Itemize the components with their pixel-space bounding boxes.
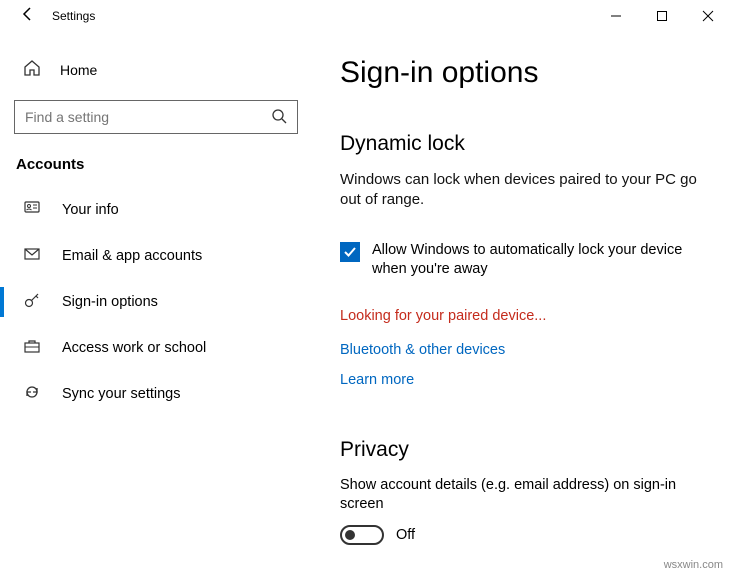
sidebar-item-email[interactable]: Email & app accounts	[0, 233, 298, 279]
privacy-toggle-state: Off	[396, 527, 415, 543]
sidebar-item-your-info[interactable]: Your info	[0, 187, 298, 233]
sidebar-item-label: Sync your settings	[62, 386, 180, 402]
dynamic-lock-description: Windows can lock when devices paired to …	[340, 170, 700, 211]
home-label: Home	[60, 62, 97, 78]
home-icon	[22, 59, 42, 82]
pairing-status: Looking for your paired device...	[340, 308, 711, 324]
mail-icon	[22, 245, 42, 268]
page-title: Sign-in options	[340, 56, 711, 90]
checkbox-icon[interactable]	[340, 242, 360, 262]
close-button[interactable]	[685, 0, 731, 32]
search-input[interactable]	[25, 109, 271, 125]
person-icon	[22, 199, 42, 222]
briefcase-icon	[22, 337, 42, 360]
dynamic-lock-checkbox-row[interactable]: Allow Windows to automatically lock your…	[340, 241, 711, 280]
window-controls	[593, 0, 731, 32]
learn-more-link[interactable]: Learn more	[340, 372, 711, 388]
sidebar-item-label: Access work or school	[62, 340, 206, 356]
sidebar-item-label: Sign-in options	[62, 294, 158, 310]
sidebar-item-sync[interactable]: Sync your settings	[0, 371, 298, 417]
sidebar-nav: Your info Email & app accounts Sign-in o…	[0, 187, 298, 417]
search-box[interactable]	[14, 100, 298, 134]
maximize-button[interactable]	[639, 0, 685, 32]
sidebar-item-signin[interactable]: Sign-in options	[0, 279, 298, 325]
sidebar: Home Accounts Your info Email & app acco…	[0, 32, 310, 575]
bluetooth-link[interactable]: Bluetooth & other devices	[340, 342, 711, 358]
dynamic-lock-heading: Dynamic lock	[340, 132, 711, 156]
privacy-toggle[interactable]	[340, 525, 384, 545]
key-icon	[22, 291, 42, 314]
sidebar-item-label: Your info	[62, 202, 119, 218]
content-area: Sign-in options Dynamic lock Windows can…	[310, 32, 731, 575]
privacy-heading: Privacy	[340, 438, 711, 462]
sidebar-item-work[interactable]: Access work or school	[0, 325, 298, 371]
sidebar-item-label: Email & app accounts	[62, 248, 202, 264]
minimize-button[interactable]	[593, 0, 639, 32]
dynamic-lock-checkbox-label: Allow Windows to automatically lock your…	[372, 241, 711, 280]
watermark: wsxwin.com	[664, 559, 723, 571]
home-button[interactable]: Home	[14, 50, 298, 90]
window-title: Settings	[48, 9, 95, 23]
privacy-toggle-description: Show account details (e.g. email address…	[340, 476, 700, 515]
sync-icon	[22, 383, 42, 406]
back-button[interactable]	[8, 6, 48, 27]
sidebar-section-label: Accounts	[14, 156, 298, 173]
search-icon	[271, 108, 287, 127]
titlebar: Settings	[0, 0, 731, 32]
privacy-toggle-row: Off	[340, 525, 711, 545]
